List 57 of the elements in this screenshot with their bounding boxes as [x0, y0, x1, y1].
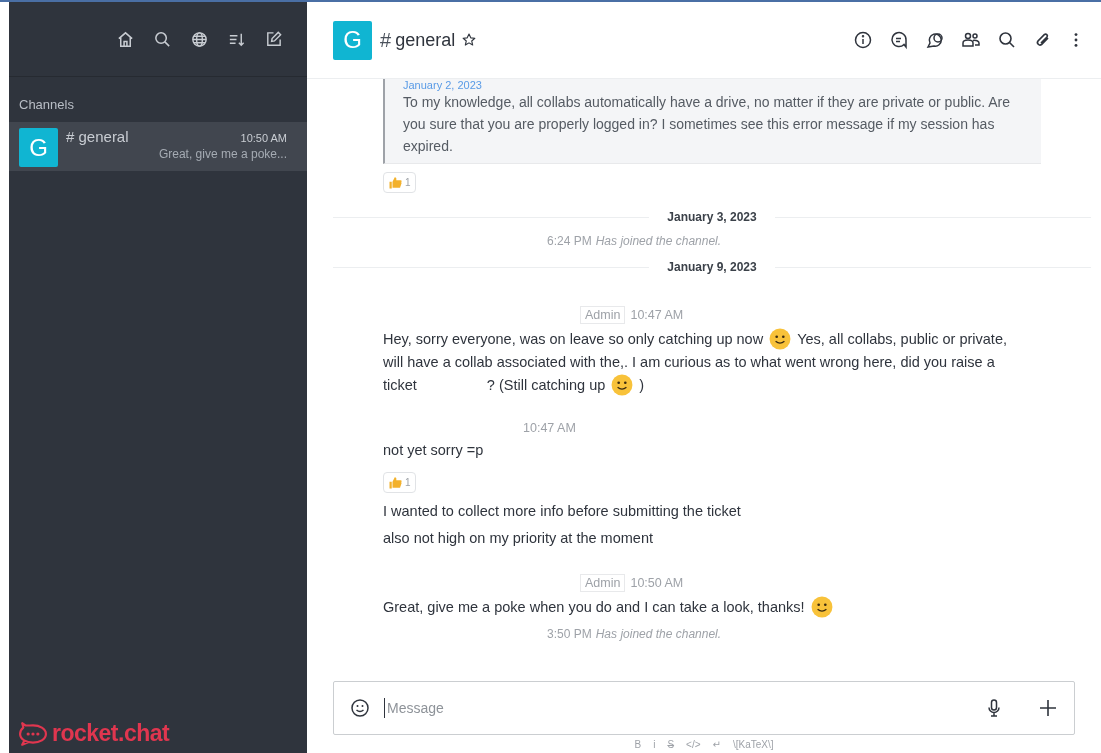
thumbs-up-icon: [388, 475, 403, 490]
reaction-button[interactable]: 1: [383, 472, 416, 493]
brand-name: rocket.chat: [52, 720, 170, 747]
format-button[interactable]: S: [667, 738, 675, 752]
discussion-icon[interactable]: [889, 30, 909, 50]
chat-bubble-logo-icon: [19, 721, 47, 746]
role-tag: Admin: [580, 574, 626, 592]
threads-icon[interactable]: [925, 30, 945, 50]
members-icon[interactable]: [961, 30, 981, 50]
message-text: Great, give me a poke when you do and I can take a look, thanks!: [383, 599, 805, 615]
date-divider: January 9, 2023: [667, 260, 757, 274]
format-button[interactable]: B: [634, 738, 642, 752]
thumbs-up-icon: [388, 175, 403, 190]
message-composer[interactable]: Message: [333, 681, 1075, 735]
message-time: 3:50 PM: [547, 627, 592, 641]
system-message: Has joined the channel.: [595, 234, 722, 248]
format-button[interactable]: i: [653, 738, 656, 752]
message-text: will have a collab associated with the,. I am curious as to what went wrong here, did you raise a: [383, 354, 995, 370]
system-message: Has joined the channel.: [595, 627, 722, 641]
info-icon[interactable]: [853, 30, 873, 50]
smiley-emoji-icon: [611, 374, 634, 396]
globe-icon[interactable]: [190, 29, 209, 49]
format-button[interactable]: </>: [686, 738, 701, 752]
kebab-menu-icon[interactable]: [1073, 31, 1079, 49]
role-tag: Admin: [580, 306, 626, 324]
message-text: I wanted to collect more info before submitting the ticket: [383, 503, 741, 519]
message-text: Yes, all collabs, public or private,: [797, 331, 1007, 347]
message-text: ? (Still catching up: [486, 377, 606, 393]
home-icon[interactable]: [116, 29, 135, 49]
reaction-button[interactable]: 1: [383, 172, 416, 193]
search-icon[interactable]: [153, 29, 172, 49]
quote-date: January 2, 2023: [403, 79, 483, 91]
message-time: 10:50 AM: [630, 576, 684, 590]
format-button[interactable]: \[KaTeX\]: [732, 738, 774, 752]
edit-icon[interactable]: [264, 29, 283, 49]
message-text: also not high on my priority at the moment: [383, 530, 653, 546]
room-avatar: G: [333, 20, 372, 60]
room-title: general: [395, 29, 456, 51]
message-time: 10:47 AM: [630, 308, 684, 322]
section-title: Channels: [18, 96, 75, 114]
message-time: 10:47 AM: [523, 421, 576, 435]
message-text: not yet sorry =p: [383, 442, 484, 458]
plus-icon[interactable]: [1038, 698, 1058, 718]
search-icon[interactable]: [997, 30, 1017, 50]
message-text: ): [639, 377, 645, 393]
star-icon[interactable]: [461, 32, 478, 48]
hash-symbol: #: [380, 28, 392, 52]
emoji-icon[interactable]: [350, 698, 370, 718]
message-time: 6:24 PM: [547, 234, 592, 248]
quote-text: To my knowledge, all collabs automatically have a drive, no matter if they are private or public. Are you sure that you are properly logged in? I sometimes see this error message if my session has expired.: [403, 93, 1011, 156]
format-button[interactable]: ↵: [712, 738, 721, 752]
room-item[interactable]: G # general 10:50 AM Great, give me a poke...: [9, 122, 307, 171]
smiley-emoji-icon: [810, 596, 833, 618]
message-text: Hey, sorry everyone, was on leave so only catching up now: [383, 331, 764, 347]
date-divider: January 3, 2023: [667, 210, 757, 224]
message-text: ticket: [383, 377, 417, 393]
smiley-emoji-icon: [769, 328, 792, 350]
